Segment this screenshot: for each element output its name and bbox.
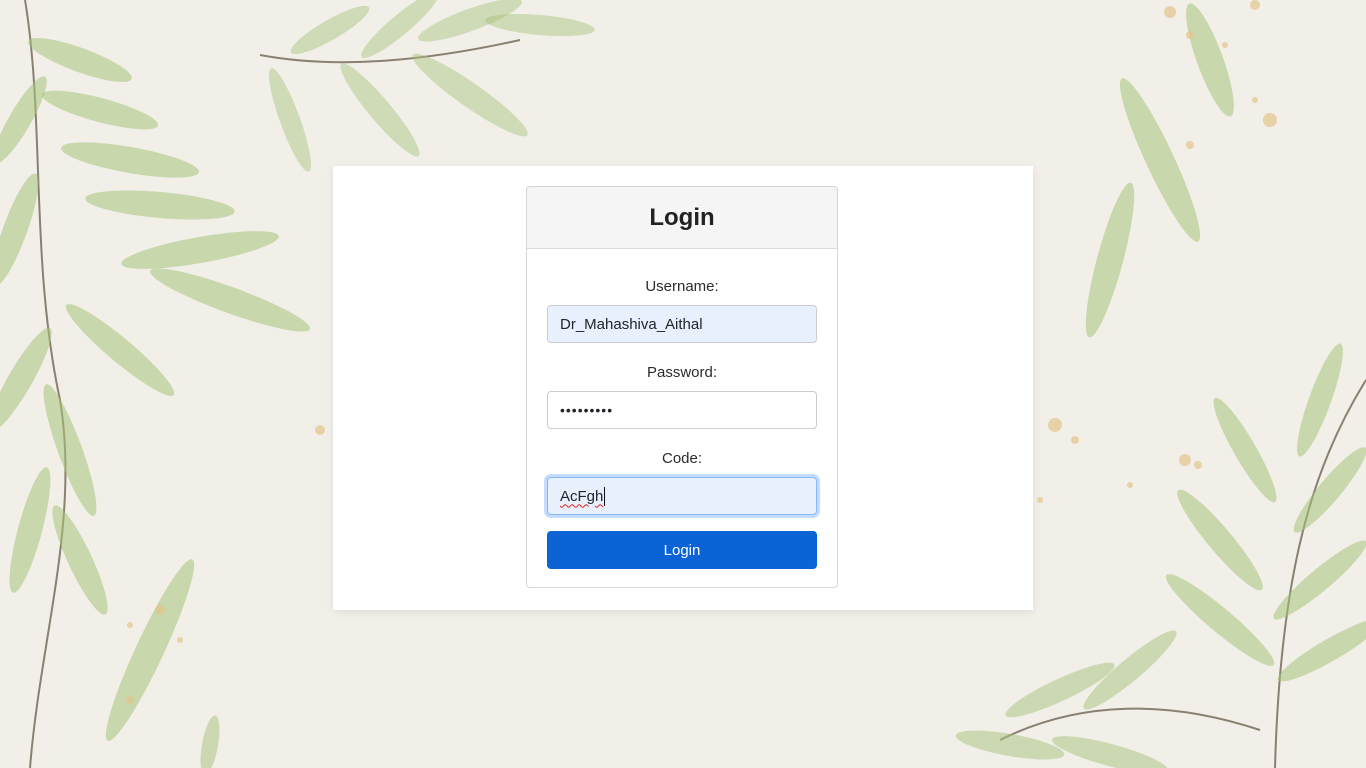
username-input[interactable]: Dr_Mahashiva_Aithal bbox=[547, 305, 817, 343]
leaf-branch-right bbox=[1085, 3, 1366, 768]
password-value: ••••••••• bbox=[560, 402, 614, 418]
password-input[interactable]: ••••••••• bbox=[547, 391, 817, 429]
leaf-branch-top bbox=[259, 0, 595, 172]
username-label: Username: bbox=[645, 278, 719, 295]
code-label: Code: bbox=[661, 450, 703, 467]
login-button[interactable]: Login bbox=[547, 531, 817, 569]
leaf-branch-bottom bbox=[200, 630, 1261, 768]
username-value: Dr_Mahashiva_Aithal bbox=[560, 315, 703, 333]
password-label: Password: bbox=[646, 364, 718, 381]
login-panel: Login Username: Dr_Mahashiva_Aithal Pass… bbox=[333, 166, 1033, 610]
code-value: AcFgh bbox=[560, 487, 604, 505]
code-input[interactable]: AcFgh bbox=[547, 477, 817, 515]
leaf-branch-left bbox=[0, 0, 310, 768]
login-form: Username: Dr_Mahashiva_Aithal Password: … bbox=[527, 276, 837, 569]
text-caret bbox=[604, 486, 606, 506]
login-card: Login Username: Dr_Mahashiva_Aithal Pass… bbox=[526, 186, 838, 588]
login-title: Login bbox=[527, 187, 837, 249]
